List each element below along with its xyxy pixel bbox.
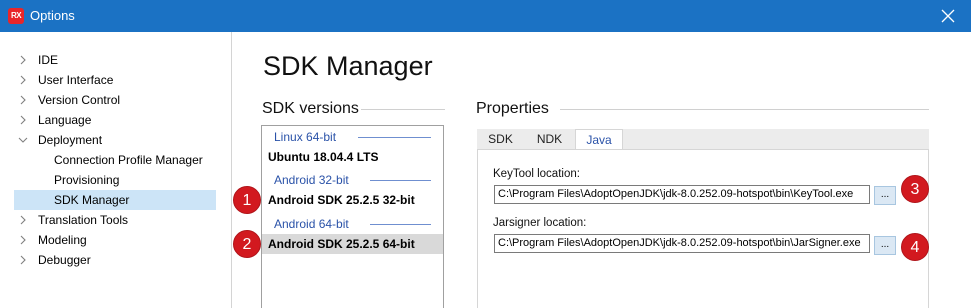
chevron-right-icon[interactable] (18, 255, 28, 265)
window-title: Options (30, 8, 75, 23)
tab-java[interactable]: Java (575, 129, 623, 150)
rx-app-icon: RX (8, 8, 24, 24)
sdk-versions-list[interactable]: Linux 64-bit Ubuntu 18.04.4 LTS Android … (261, 125, 444, 308)
keytool-browse-button[interactable]: ... (874, 186, 896, 205)
nav-item-label: IDE (38, 53, 59, 67)
callout-badge-2: 2 (233, 230, 261, 258)
chevron-right-icon[interactable] (18, 75, 28, 85)
sdk-item-ubuntu[interactable]: Ubuntu 18.04.4 LTS (262, 147, 443, 167)
group-divider (358, 137, 431, 138)
section-divider (361, 109, 445, 110)
sdk-item-android-32[interactable]: Android SDK 25.2.5 32-bit (262, 190, 443, 210)
chevron-right-icon[interactable] (18, 215, 28, 225)
nav-item-label: SDK Manager (54, 193, 130, 207)
nav-item-translation-tools[interactable]: Translation Tools (14, 210, 216, 230)
properties-tab-bar: SDK NDK Java (477, 129, 929, 150)
jarsigner-browse-button[interactable]: ... (874, 236, 896, 255)
nav-item-modeling[interactable]: Modeling (14, 230, 216, 250)
tab-ndk[interactable]: NDK (524, 129, 575, 149)
tab-sdk[interactable]: SDK (477, 129, 524, 149)
sdk-group-header: Android 64-bit (262, 215, 443, 233)
nav-item-debugger[interactable]: Debugger (14, 250, 216, 270)
callout-badge-1: 1 (233, 186, 261, 214)
nav-item-language[interactable]: Language (14, 110, 216, 130)
callout-badge-3: 3 (901, 175, 929, 203)
nav-item-user-interface[interactable]: User Interface (14, 70, 216, 90)
nav-item-connection-profile-manager[interactable]: Connection Profile Manager (14, 150, 216, 170)
sdk-group-label: Linux 64-bit (274, 130, 337, 144)
chevron-right-icon[interactable] (18, 55, 28, 65)
page-title: SDK Manager (263, 51, 433, 81)
nav-item-provisioning[interactable]: Provisioning (14, 170, 216, 190)
nav-item-deployment[interactable]: Deployment (14, 130, 216, 150)
section-divider (560, 109, 929, 110)
group-divider (370, 180, 431, 181)
sdk-group-header: Android 32-bit (262, 171, 443, 189)
nav-item-label: Modeling (38, 233, 87, 247)
nav-item-label: Language (38, 113, 92, 127)
chevron-right-icon[interactable] (18, 235, 28, 245)
nav-item-label: Debugger (38, 253, 91, 267)
title-bar: RX Options (0, 0, 971, 32)
nav-item-label: Connection Profile Manager (54, 153, 203, 167)
nav-item-ide[interactable]: IDE (14, 50, 216, 70)
callout-badge-4: 4 (901, 233, 929, 261)
sdk-item-android-64[interactable]: Android SDK 25.2.5 64-bit (262, 234, 443, 254)
java-tab-panel: KeyTool location: C:\Program Files\Adopt… (477, 149, 929, 308)
properties-heading: Properties (476, 100, 549, 117)
close-icon (941, 9, 955, 23)
nav-item-label: Translation Tools (38, 213, 129, 227)
close-button[interactable] (925, 0, 971, 32)
nav-item-label: User Interface (38, 73, 114, 87)
keytool-location-input[interactable]: C:\Program Files\AdoptOpenJDK\jdk-8.0.25… (494, 185, 870, 204)
jarsigner-location-label: Jarsigner location: (493, 217, 587, 229)
sdk-versions-heading: SDK versions (262, 100, 359, 117)
chevron-down-icon[interactable] (18, 135, 28, 145)
chevron-right-icon[interactable] (18, 115, 28, 125)
sdk-group-label: Android 64-bit (274, 217, 349, 231)
nav-item-version-control[interactable]: Version Control (14, 90, 216, 110)
group-divider (370, 224, 431, 225)
jarsigner-location-input[interactable]: C:\Program Files\AdoptOpenJDK\jdk-8.0.25… (494, 234, 870, 253)
nav-item-label: Provisioning (54, 173, 120, 187)
options-nav-tree: IDE User Interface Version Control Langu… (0, 32, 232, 308)
nav-item-label: Version Control (38, 93, 121, 107)
sdk-group-header: Linux 64-bit (262, 128, 443, 146)
keytool-location-label: KeyTool location: (493, 168, 580, 180)
sdk-group-label: Android 32-bit (274, 173, 349, 187)
chevron-right-icon[interactable] (18, 95, 28, 105)
nav-item-label: Deployment (38, 133, 103, 147)
nav-item-sdk-manager[interactable]: SDK Manager (14, 190, 216, 210)
